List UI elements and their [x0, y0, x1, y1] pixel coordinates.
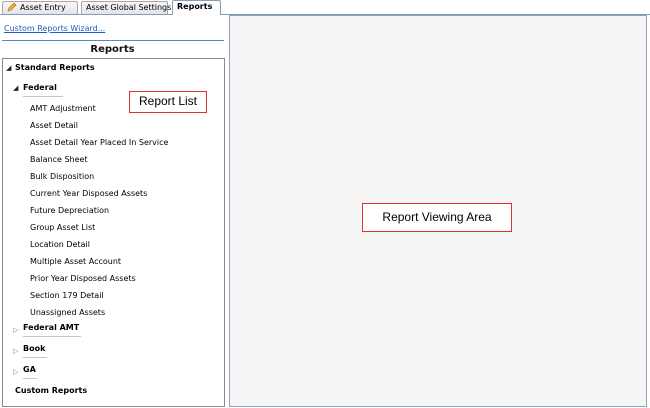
- expanded-triangle-icon[interactable]: ◢: [6, 64, 11, 72]
- report-item[interactable]: Prior Year Disposed Assets: [30, 274, 136, 283]
- collapsed-triangle-icon[interactable]: ▷: [13, 368, 18, 376]
- tree-node-federal[interactable]: Federal: [23, 83, 57, 92]
- custom-reports-wizard-link[interactable]: Custom Reports Wizard...: [4, 24, 105, 33]
- tree-node-custom-reports[interactable]: Custom Reports: [15, 386, 87, 395]
- report-list-callout: Report List: [129, 91, 207, 113]
- tab-asset-entry-label: Asset Entry: [20, 3, 66, 12]
- report-item[interactable]: Future Depreciation: [30, 206, 109, 215]
- tree-node-underline: [23, 96, 63, 97]
- report-item[interactable]: Asset Detail: [30, 121, 78, 130]
- report-item[interactable]: Group Asset List: [30, 223, 95, 232]
- tree-node-underline: [23, 357, 47, 358]
- collapsed-triangle-icon[interactable]: ▷: [13, 326, 18, 334]
- tree-node-federal-amt[interactable]: Federal AMT: [23, 323, 79, 332]
- pencil-icon: [7, 2, 17, 12]
- tab-asset-global-settings-label: Asset Global Settings: [86, 3, 172, 12]
- tab-reports[interactable]: Reports: [172, 0, 221, 15]
- report-item[interactable]: AMT Adjustment: [30, 104, 96, 113]
- report-item[interactable]: Current Year Disposed Assets: [30, 189, 147, 198]
- report-item[interactable]: Location Detail: [30, 240, 90, 249]
- tree-node-underline: [23, 378, 37, 379]
- report-item[interactable]: Multiple Asset Account: [30, 257, 121, 266]
- report-item[interactable]: Bulk Disposition: [30, 172, 94, 181]
- tree-node-standard-reports[interactable]: Standard Reports: [15, 63, 95, 72]
- reports-panel-title: Reports: [90, 44, 135, 55]
- tree-node-ga[interactable]: GA: [23, 365, 36, 374]
- tree-node-book[interactable]: Book: [23, 344, 45, 353]
- tab-asset-global-settings[interactable]: Asset Global Settings: [81, 1, 172, 15]
- report-item[interactable]: Asset Detail Year Placed In Service: [30, 138, 168, 147]
- reports-sidebar: Custom Reports Wizard... Reports ◢ Stand…: [0, 15, 227, 408]
- tab-asset-entry[interactable]: Asset Entry: [2, 1, 78, 15]
- expanded-triangle-icon[interactable]: ◢: [13, 84, 18, 92]
- tree-node-underline: [23, 336, 81, 337]
- report-item[interactable]: Unassigned Assets: [30, 308, 105, 317]
- tab-strip: Asset Entry Asset Global Settings Report…: [0, 0, 650, 15]
- report-item[interactable]: Section 179 Detail: [30, 291, 104, 300]
- tab-reports-label: Reports: [177, 2, 213, 11]
- divider: [2, 40, 224, 41]
- report-item[interactable]: Balance Sheet: [30, 155, 88, 164]
- report-viewing-area-callout: Report Viewing Area: [362, 203, 512, 232]
- collapsed-triangle-icon[interactable]: ▷: [13, 347, 18, 355]
